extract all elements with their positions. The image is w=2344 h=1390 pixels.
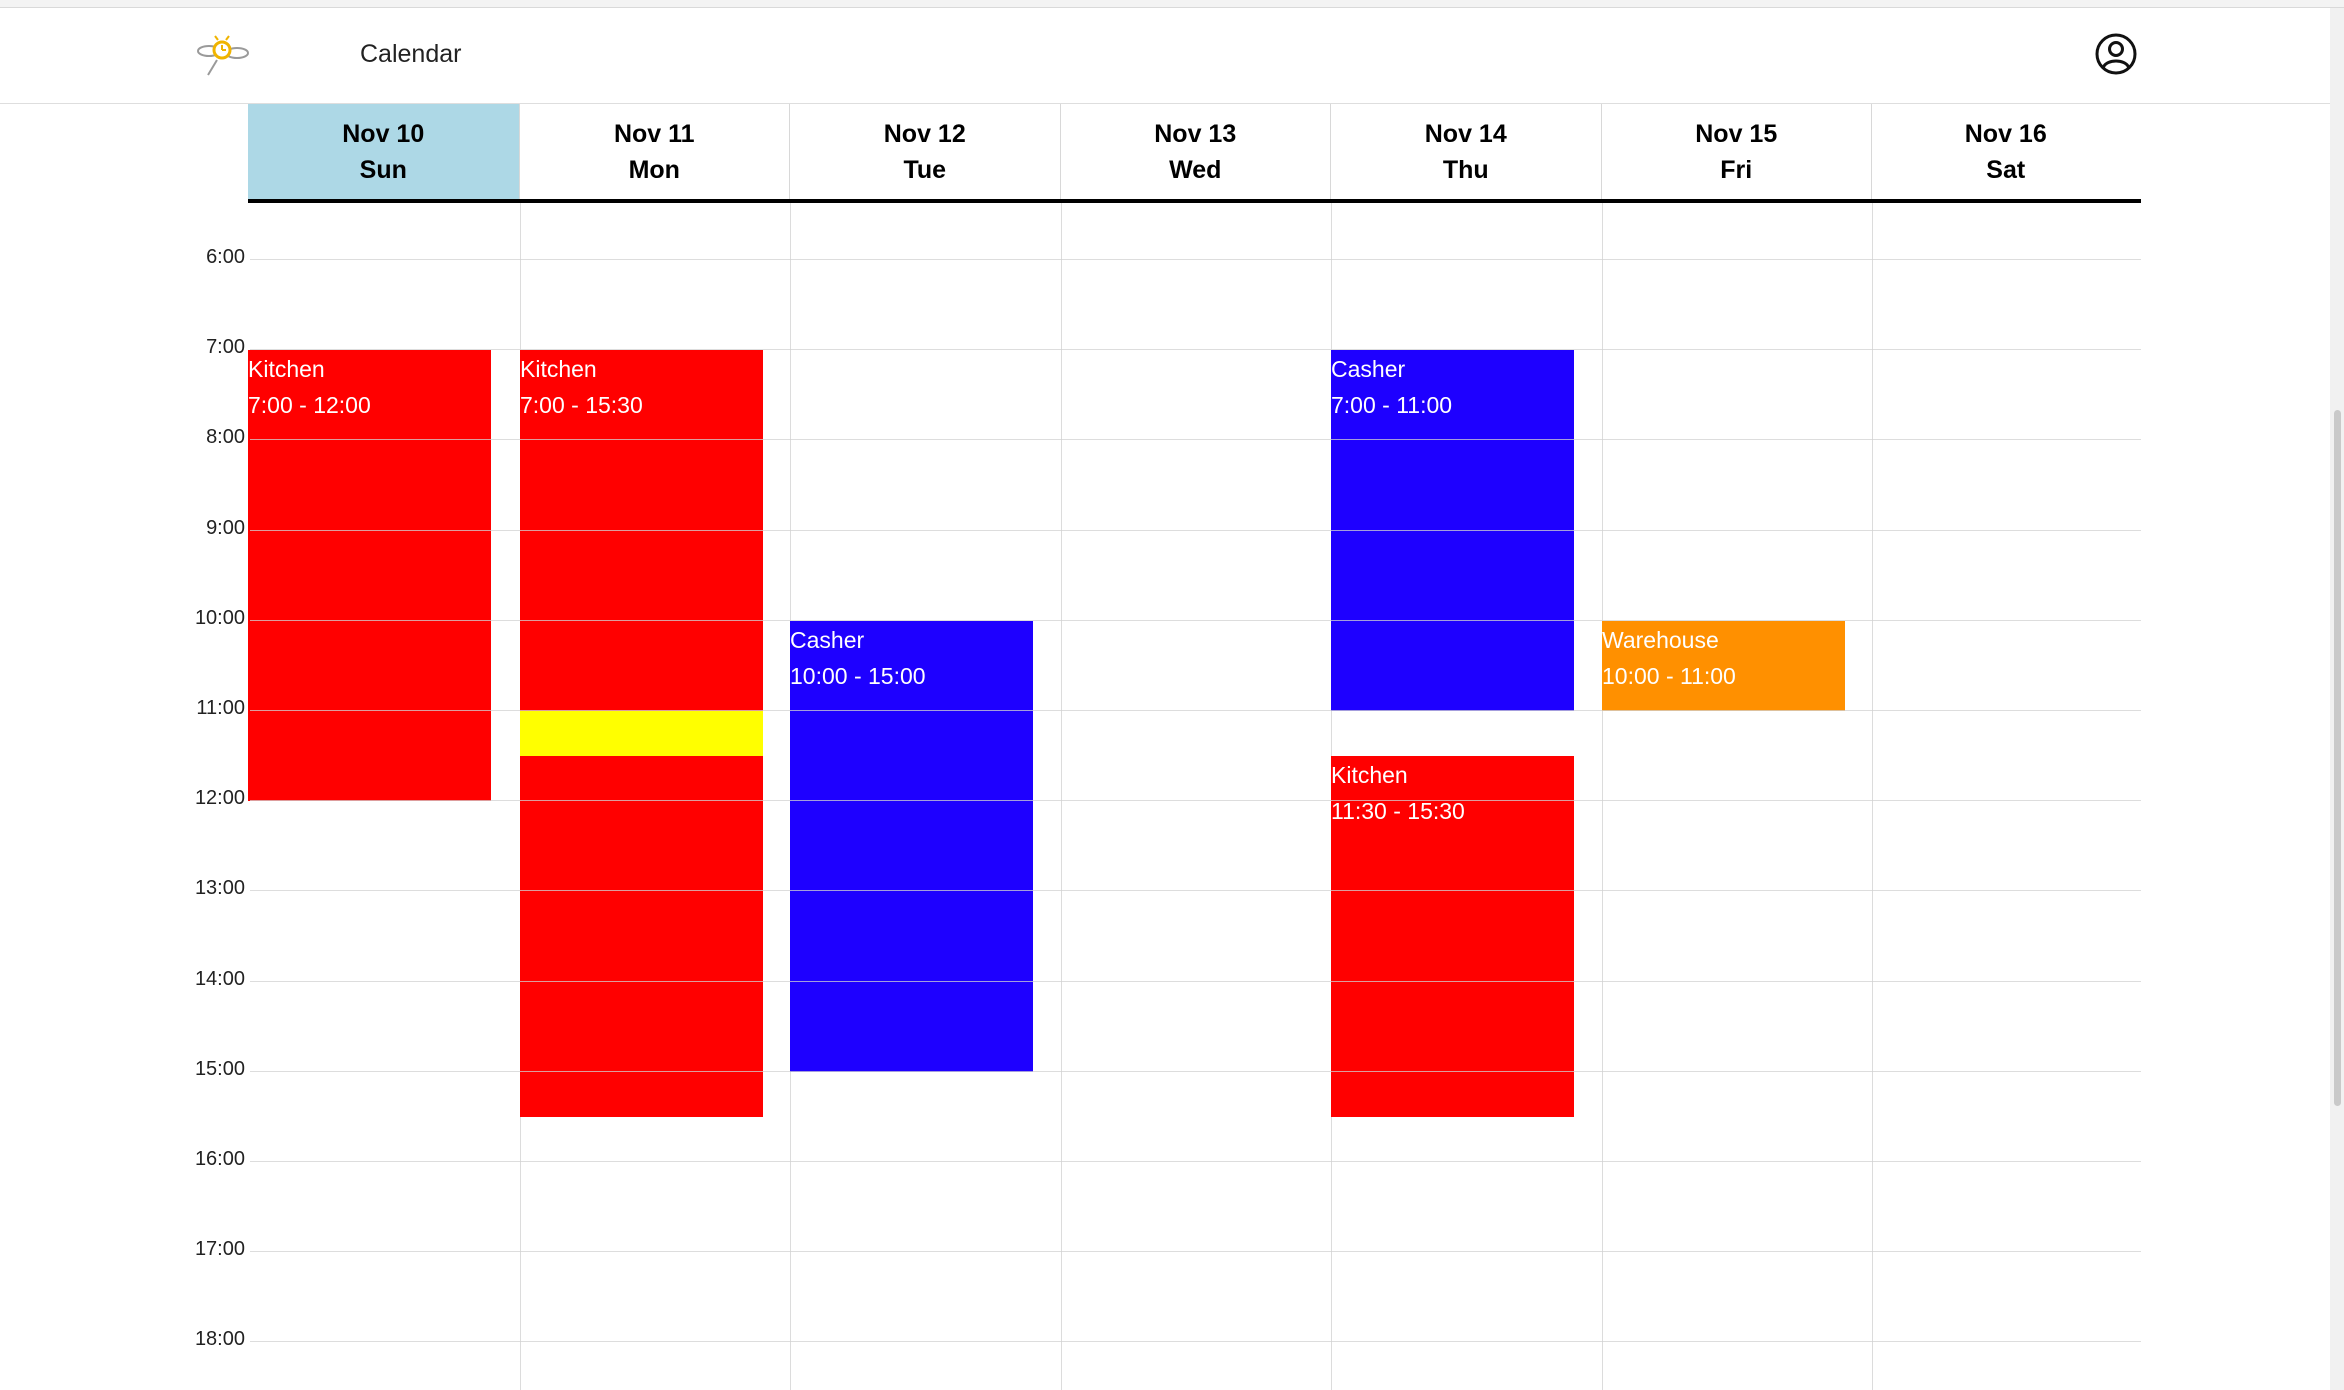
hour-label: 10:00	[194, 607, 245, 629]
hour-gridline	[250, 890, 2141, 891]
day-column-divider	[1061, 203, 1062, 1390]
hour-gridline	[250, 1341, 2141, 1342]
day-of-week: Wed	[1169, 156, 1222, 184]
shift-time: 7:00 - 11:00	[1331, 392, 1453, 418]
hour-gridline	[250, 439, 2141, 440]
user-circle-icon[interactable]	[2094, 32, 2138, 76]
day-date: Nov 14	[1424, 120, 1507, 148]
shift-time: 7:00 - 12:00	[248, 392, 371, 418]
day-header-sun[interactable]: Nov 10 Sun	[248, 104, 519, 200]
day-of-week: Sun	[359, 156, 407, 184]
day-of-week: Mon	[628, 156, 680, 184]
day-header-wed[interactable]: Nov 13 Wed	[1059, 104, 1331, 200]
day-header-sat[interactable]: Nov 16 Sat	[1871, 104, 2140, 200]
hour-gridline	[250, 620, 2141, 621]
shift-role: Kitchen	[520, 356, 597, 382]
hour-label: 9:00	[206, 517, 245, 539]
shift-role: Casher	[790, 627, 865, 653]
day-header-thu[interactable]: Nov 14 Thu	[1330, 104, 1601, 200]
hour-gridline	[250, 1161, 2141, 1162]
day-of-week: Fri	[1720, 156, 1753, 184]
day-header-mon[interactable]: Nov 11 Mon	[518, 104, 790, 200]
hour-label: 8:00	[206, 426, 245, 448]
hour-gridline	[250, 1251, 2141, 1252]
hour-gridline	[250, 349, 2141, 350]
hour-label: 11:00	[196, 697, 245, 719]
shift-role: Casher	[1331, 356, 1406, 382]
hour-gridline	[250, 259, 2141, 260]
hour-label: 14:00	[194, 968, 245, 990]
hour-gridline	[250, 800, 2141, 801]
shift-block-highlight[interactable]	[520, 711, 763, 756]
day-header-tue[interactable]: Nov 12 Tue	[789, 104, 1060, 200]
hour-gridline	[250, 981, 2141, 982]
day-date: Nov 15	[1695, 120, 1778, 148]
shift-block-warehouse[interactable]: Warehouse 10:00 - 11:00	[1602, 621, 1845, 711]
shift-block-kitchen[interactable]: Kitchen 7:00 - 12:00	[248, 350, 491, 801]
hour-label: 13:00	[194, 877, 245, 899]
day-column-divider	[1872, 203, 1873, 1390]
hour-gridline	[250, 1071, 2141, 1072]
day-of-week: Tue	[903, 156, 947, 184]
day-of-week: Sat	[1986, 156, 2026, 184]
shift-block-kitchen[interactable]: Kitchen 11:30 - 15:30	[1331, 756, 1574, 1117]
shift-time: 10:00 - 11:00	[1602, 663, 1736, 689]
hour-label: 12:00	[194, 787, 245, 809]
hour-label: 15:00	[194, 1058, 245, 1080]
top-navbar: Calendar	[0, 8, 2330, 104]
hour-label: 17:00	[194, 1238, 245, 1260]
app-logo-icon[interactable]	[195, 33, 249, 79]
hour-label: 16:00	[194, 1148, 245, 1170]
shift-block-casher[interactable]: Casher 10:00 - 15:00	[790, 621, 1033, 1072]
shift-role: Kitchen	[248, 356, 325, 382]
day-date: Nov 12	[883, 120, 966, 148]
hour-label: 7:00	[206, 336, 245, 358]
day-date: Nov 13	[1154, 120, 1237, 148]
page-title[interactable]: Calendar	[360, 40, 461, 69]
day-header-fri[interactable]: Nov 15 Fri	[1600, 104, 1872, 200]
browser-top-edge	[0, 0, 2344, 8]
day-date: Nov 16	[1964, 120, 2047, 148]
hour-label: 18:00	[194, 1328, 245, 1350]
hour-gridline	[250, 530, 2141, 531]
header-divider	[248, 199, 2141, 203]
shift-time: 11:30 - 15:30	[1331, 798, 1465, 824]
day-date: Nov 10	[342, 120, 425, 148]
shift-role: Kitchen	[1331, 762, 1408, 788]
hour-label: 6:00	[206, 246, 245, 268]
shift-time: 7:00 - 15:30	[520, 392, 643, 418]
day-column-divider	[1602, 203, 1603, 1390]
shift-role: Warehouse	[1602, 627, 1719, 653]
page-scrollbar-thumb[interactable]	[2334, 410, 2341, 1106]
day-date: Nov 11	[613, 120, 695, 148]
shift-time: 10:00 - 15:00	[790, 663, 926, 689]
day-of-week: Thu	[1442, 156, 1489, 184]
hour-gridline	[250, 710, 2141, 711]
